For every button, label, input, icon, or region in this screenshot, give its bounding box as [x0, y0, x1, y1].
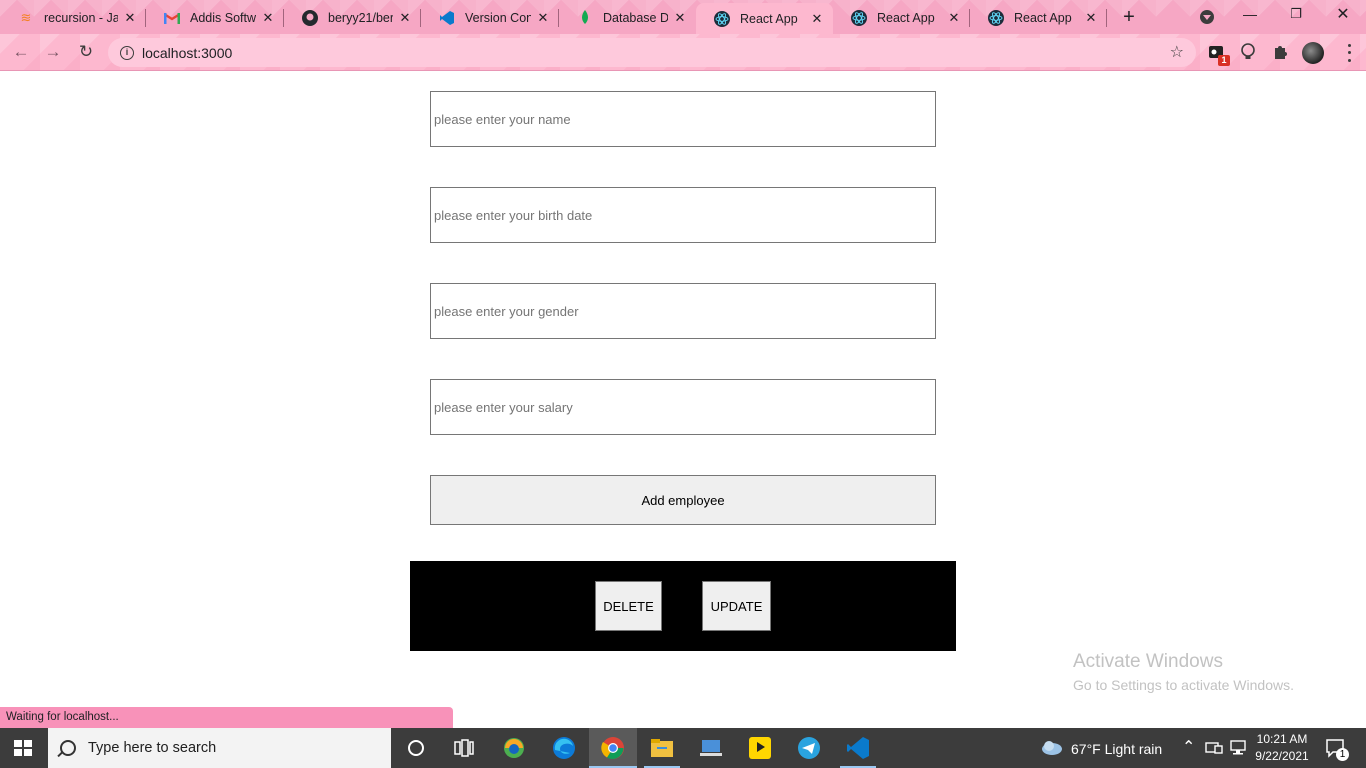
search-icon: [60, 740, 76, 756]
tab-gmail[interactable]: Addis Softwar ✕: [146, 3, 284, 32]
tab-label: Database Dep: [603, 10, 668, 25]
gender-input[interactable]: [430, 283, 936, 339]
browser-toolbar: ← → ↻ i localhost:3000 ☆: [0, 34, 1366, 71]
extension-badge: 1: [1218, 55, 1230, 66]
telegram-icon[interactable]: [785, 728, 833, 768]
system-clock[interactable]: 10:21 AM 9/22/2021: [1254, 731, 1310, 765]
close-icon[interactable]: ✕: [946, 10, 962, 26]
tab-react-app-active[interactable]: React App ✕: [696, 3, 833, 34]
reload-icon[interactable]: ↻: [75, 42, 97, 62]
task-view-icon[interactable]: [440, 728, 488, 768]
actions-panel: DELETE UPDATE: [410, 561, 956, 651]
tab-label: Addis Softwar: [190, 10, 256, 25]
tab-react-app[interactable]: React App ✕: [970, 3, 1107, 32]
tab-label: beryy21/bery: [328, 10, 393, 25]
delete-button[interactable]: DELETE: [595, 581, 662, 631]
tab-label: React App: [740, 11, 798, 26]
react-icon: [714, 10, 730, 27]
mongodb-leaf-icon: [577, 9, 593, 26]
network-icon[interactable]: [1229, 740, 1247, 761]
activate-windows-watermark: Activate Windows Go to Settings to activ…: [1073, 651, 1294, 693]
file-explorer-icon[interactable]: [638, 728, 686, 768]
stackoverflow-icon: ≋: [20, 9, 32, 25]
close-icon[interactable]: ✕: [397, 10, 413, 26]
new-tab-button[interactable]: +: [1119, 6, 1139, 29]
tab-label: Version Contr: [465, 10, 531, 25]
status-bar: Waiting for localhost...: [0, 707, 453, 728]
restore-icon[interactable]: ❐: [1286, 6, 1306, 22]
close-icon[interactable]: ✕: [809, 11, 825, 27]
address-bar[interactable]: i localhost:3000 ☆: [108, 38, 1196, 67]
cortana-icon[interactable]: [392, 728, 440, 768]
weather-text[interactable]: 67°F Light rain: [1071, 741, 1162, 757]
info-icon[interactable]: i: [120, 45, 134, 60]
close-icon[interactable]: ✕: [672, 10, 688, 26]
media-player-icon[interactable]: [736, 728, 784, 768]
taskbar: Type here to search 67°F Light rain ⌃ 1: [0, 728, 1366, 768]
back-icon[interactable]: ←: [10, 42, 32, 62]
taskbar-search-placeholder: Type here to search: [88, 740, 217, 756]
tab-label: React App: [877, 10, 935, 25]
weather-icon[interactable]: [1040, 740, 1064, 763]
name-input[interactable]: [430, 91, 936, 147]
network-app-icon[interactable]: [1205, 741, 1223, 760]
tab-vscode[interactable]: Version Contr ✕: [421, 3, 559, 32]
tab-label: recursion - Jav: [44, 10, 118, 25]
react-icon: [851, 9, 867, 26]
download-manager-icon[interactable]: [490, 728, 538, 768]
tab-label: React App: [1014, 10, 1072, 25]
birth-date-input[interactable]: [430, 187, 936, 243]
tab-strip: ≋ recursion - Jav ✕ Addis Softwar ✕ bery…: [0, 0, 1366, 34]
chevron-up-icon[interactable]: ⌃: [1182, 737, 1195, 757]
tab-github[interactable]: beryy21/bery ✕: [284, 3, 421, 32]
vscode-icon: [439, 10, 455, 26]
close-icon[interactable]: ✕: [535, 10, 551, 26]
forward-icon[interactable]: →: [42, 42, 64, 62]
tab-search-icon[interactable]: [1200, 10, 1214, 24]
windows-start-icon[interactable]: [14, 740, 32, 756]
salary-input[interactable]: [430, 379, 936, 435]
watermark-subtitle: Go to Settings to activate Windows.: [1073, 677, 1294, 693]
gmail-icon: [164, 10, 180, 26]
clock-date: 9/22/2021: [1255, 749, 1309, 763]
minimize-icon[interactable]: —: [1240, 6, 1260, 22]
tab-mongodb[interactable]: Database Dep ✕: [559, 3, 696, 32]
lightbulb-icon[interactable]: [1238, 42, 1258, 62]
edge-icon[interactable]: [540, 728, 588, 768]
clock-time: 10:21 AM: [1256, 732, 1308, 746]
tab-react-app[interactable]: React App ✕: [833, 3, 970, 32]
bookmark-star-icon[interactable]: ☆: [1170, 42, 1184, 62]
kebab-menu-icon[interactable]: [1339, 42, 1359, 64]
notification-count: 1: [1336, 748, 1349, 761]
taskbar-search[interactable]: Type here to search: [48, 728, 391, 768]
vscode-taskbar-icon[interactable]: [834, 728, 882, 768]
close-icon[interactable]: ✕: [260, 10, 276, 26]
puzzle-icon[interactable]: [1270, 42, 1290, 62]
update-button[interactable]: UPDATE: [702, 581, 771, 631]
close-icon[interactable]: ✕: [122, 10, 138, 26]
close-window-icon[interactable]: ✕: [1333, 4, 1353, 24]
react-icon: [988, 9, 1004, 26]
close-icon[interactable]: ✕: [1083, 10, 1099, 26]
watermark-title: Activate Windows: [1073, 651, 1223, 672]
url-text: localhost:3000: [142, 44, 233, 61]
add-employee-button[interactable]: Add employee: [430, 475, 936, 525]
chrome-icon[interactable]: [589, 728, 637, 768]
desktop-app-icon[interactable]: [687, 728, 735, 768]
github-icon: [302, 9, 318, 26]
profile-avatar[interactable]: [1302, 42, 1324, 64]
tab-stackoverflow[interactable]: ≋ recursion - Jav ✕: [0, 3, 146, 32]
